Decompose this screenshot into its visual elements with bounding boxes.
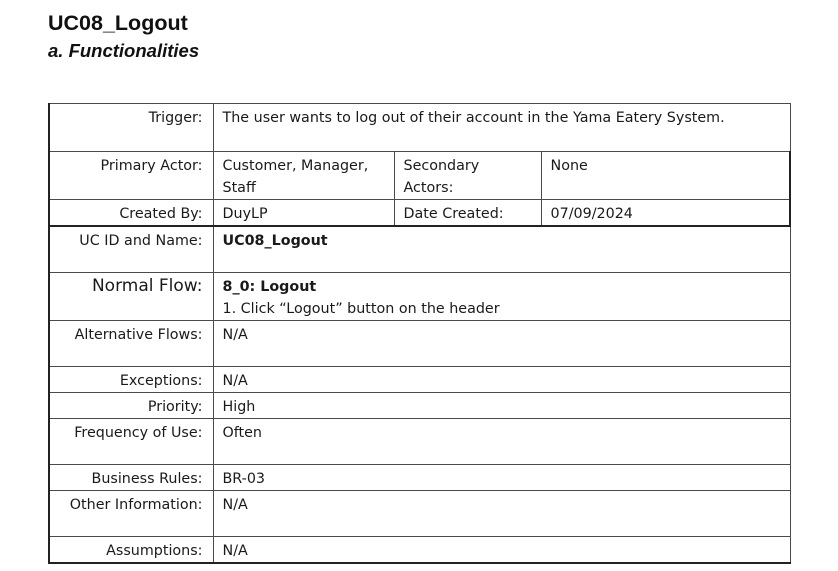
use-case-table: Trigger: The user wants to log out of th… xyxy=(48,103,791,564)
normal-flow-title: 8_0: Logout xyxy=(222,278,317,295)
date-created-value: 07/09/2024 xyxy=(540,199,791,227)
normal-flow-step: 1. Click “Logout” button on the header xyxy=(222,300,500,317)
other-information-label: Other Information: xyxy=(48,489,214,537)
assumptions-value: N/A xyxy=(212,535,791,563)
alternative-flows-label: Alternative Flows: xyxy=(48,319,214,367)
row-created: Created By: DuyLP Date Created: 07/09/20… xyxy=(48,199,791,227)
business-rules-label: Business Rules: xyxy=(48,463,214,491)
normal-flow-label: Normal Flow: xyxy=(48,271,214,321)
created-by-value: DuyLP xyxy=(212,199,395,227)
secondary-actors-value: None xyxy=(540,151,791,200)
normal-flow-value: 8_0: Logout 1. Click “Logout” button on … xyxy=(212,271,791,321)
date-created-label: Date Created: xyxy=(393,199,542,227)
priority-label: Priority: xyxy=(48,391,214,419)
other-information-value: N/A xyxy=(212,489,791,537)
row-assumptions: Assumptions: N/A xyxy=(48,535,791,563)
row-frequency: Frequency of Use: Often xyxy=(48,417,791,465)
business-rules-value: BR-03 xyxy=(212,463,791,491)
row-exceptions: Exceptions: N/A xyxy=(48,365,791,393)
primary-actor-value: Customer, Manager, Staff xyxy=(212,151,395,200)
priority-value: High xyxy=(212,391,791,419)
created-by-label: Created By: xyxy=(48,199,214,227)
primary-actor-label: Primary Actor: xyxy=(48,151,214,200)
row-other-information: Other Information: N/A xyxy=(48,489,791,537)
frequency-value: Often xyxy=(212,417,791,465)
trigger-value: The user wants to log out of their accou… xyxy=(212,103,791,152)
assumptions-label: Assumptions: xyxy=(48,535,214,563)
secondary-actors-label: Secondary Actors: xyxy=(393,151,542,200)
row-alternative-flows: Alternative Flows: N/A xyxy=(48,319,791,367)
trigger-label: Trigger: xyxy=(48,103,214,152)
exceptions-value: N/A xyxy=(212,365,791,393)
uc-id-value: UC08_Logout xyxy=(212,225,791,273)
row-actors: Primary Actor: Customer, Manager, Staff … xyxy=(48,151,791,200)
row-trigger: Trigger: The user wants to log out of th… xyxy=(48,103,791,152)
alternative-flows-value: N/A xyxy=(212,319,791,367)
section-subtitle: a. Functionalities xyxy=(48,40,200,61)
exceptions-label: Exceptions: xyxy=(48,365,214,393)
row-normal-flow: Normal Flow: 8_0: Logout 1. Click “Logou… xyxy=(48,271,791,321)
uc-id-label: UC ID and Name: xyxy=(48,225,214,273)
frequency-label: Frequency of Use: xyxy=(48,417,214,465)
row-business-rules: Business Rules: BR-03 xyxy=(48,463,791,491)
page-title: UC08_Logout xyxy=(48,11,188,35)
row-uc-id: UC ID and Name: UC08_Logout xyxy=(48,225,791,273)
row-priority: Priority: High xyxy=(48,391,791,419)
